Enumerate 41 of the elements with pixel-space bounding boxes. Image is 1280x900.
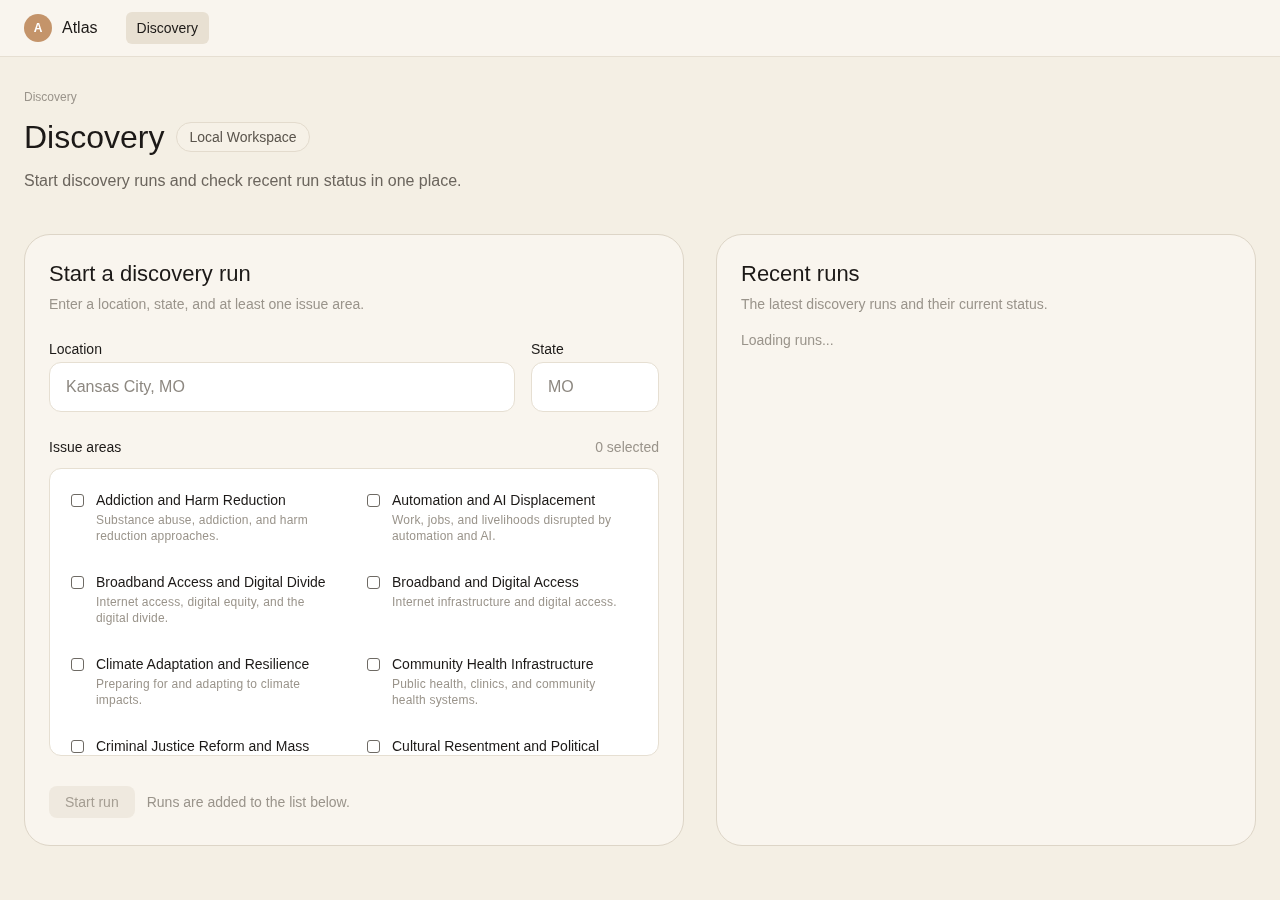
issue-area-description: Preparing for and adapting to climate impacts. bbox=[96, 676, 302, 708]
card-subtitle: The latest discovery runs and their current status. bbox=[741, 295, 1048, 314]
logo-avatar: A bbox=[24, 14, 52, 42]
app-name: Atlas bbox=[62, 19, 98, 37]
issue-area-title: Broadband and Digital Access bbox=[392, 573, 579, 592]
field-label: Location bbox=[49, 340, 102, 358]
checkbox[interactable] bbox=[367, 658, 380, 671]
issue-area-title: Climate Adaptation and Resilience bbox=[96, 655, 310, 674]
workspace-badge: Local Workspace bbox=[176, 122, 310, 152]
issue-area-description: Internet access, digital equity, and the digital divide. bbox=[96, 594, 306, 626]
field-label: State bbox=[531, 340, 564, 358]
nav-tab[interactable]: Discovery bbox=[125, 12, 210, 44]
issue-area-description: Substance abuse, addiction, and harm reduction approaches. bbox=[96, 512, 309, 544]
issue-areas-label: Issue areas bbox=[49, 438, 122, 456]
page-subtitle: Start discovery runs and check recent run status in one place. bbox=[24, 171, 462, 191]
checkbox[interactable] bbox=[367, 740, 380, 753]
state-input[interactable]: MO bbox=[531, 362, 659, 412]
issue-area-description: Work, jobs, and livelihoods disrupted by automation and AI. bbox=[392, 512, 613, 544]
page-title: Discovery bbox=[24, 118, 165, 157]
checkbox[interactable] bbox=[71, 576, 84, 589]
card-title: Start a discovery run bbox=[49, 260, 251, 288]
issue-area-description: Public health, clinics, and community health systems. bbox=[392, 676, 597, 708]
issue-area-title: Broadband Access and Digital Divide bbox=[96, 573, 326, 592]
breadcrumb: Discovery bbox=[24, 89, 77, 105]
card-subtitle: Enter a location, state, and at least one issue area. bbox=[49, 295, 365, 314]
location-input[interactable]: Kansas City, MO bbox=[49, 362, 515, 412]
footer-note: Runs are added to the list below. bbox=[146, 793, 350, 811]
card-title: Recent runs bbox=[741, 260, 860, 288]
checkbox[interactable] bbox=[367, 576, 380, 589]
checkbox[interactable] bbox=[71, 740, 84, 753]
checkbox[interactable] bbox=[71, 494, 84, 507]
loading-status: Loading runs... bbox=[741, 331, 834, 350]
issue-area-description: Internet infrastructure and digital access. bbox=[392, 594, 617, 610]
checkbox[interactable] bbox=[71, 658, 84, 671]
issue-area-title: Criminal Justice Reform and Mass bbox=[96, 737, 310, 755]
issue-area-title: Cultural Resentment and Political bbox=[392, 737, 599, 755]
issue-area-title: Addiction and Harm Reduction bbox=[96, 491, 286, 510]
selected-count: 0 selected bbox=[595, 438, 659, 456]
checkbox[interactable] bbox=[367, 494, 380, 507]
issue-area-title: Community Health Infrastructure bbox=[392, 655, 594, 674]
issue-area-title: Automation and AI Displacement bbox=[392, 491, 596, 510]
